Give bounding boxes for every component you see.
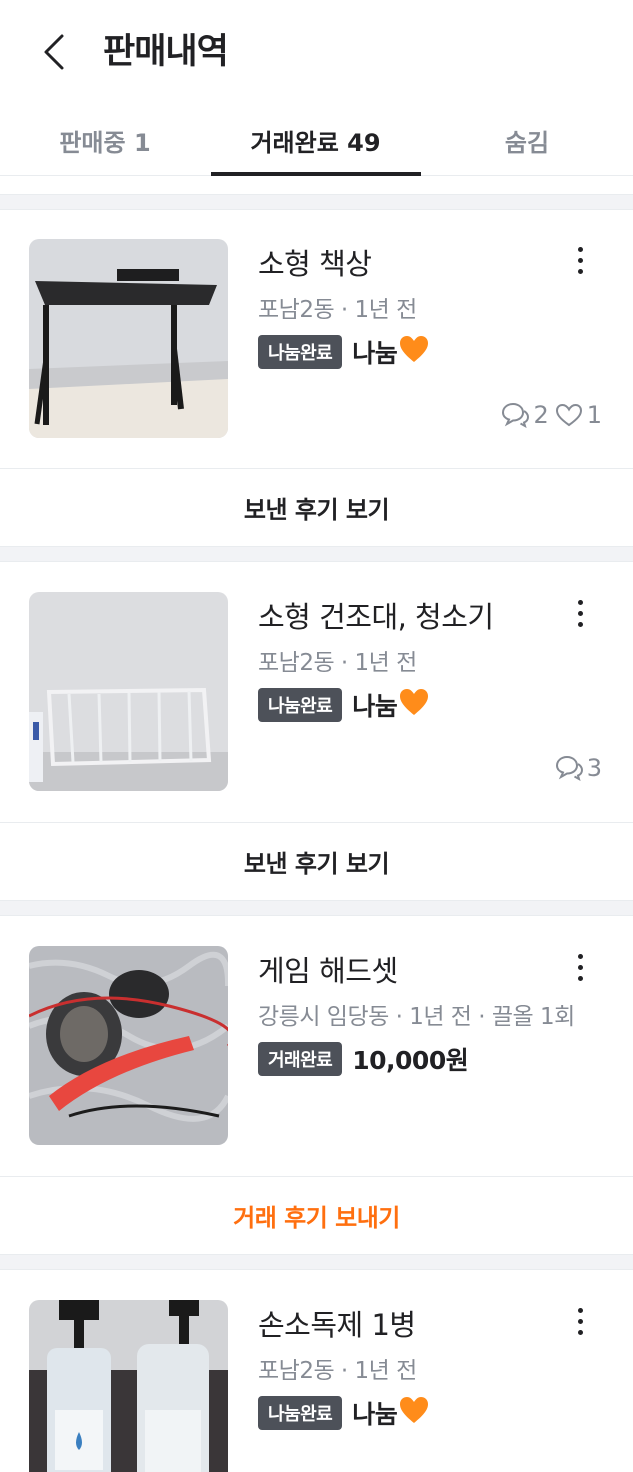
list-item[interactable]: 손소독제 1병 포남2동 · 1년 전 나눔완료 나눔 <box>0 1271 633 1472</box>
item-status-row: 거래완료 10,000원 <box>258 1041 469 1077</box>
price-text: 나눔 <box>352 339 398 368</box>
more-options-button[interactable] <box>566 1301 594 1341</box>
status-badge: 거래완료 <box>258 1042 343 1076</box>
item-meta: 포남2동 · 1년 전 <box>258 1358 417 1384</box>
back-button[interactable] <box>36 28 72 76</box>
item-meta: 포남2동 · 1년 전 <box>258 297 417 323</box>
item-status-row: 나눔완료 나눔 <box>258 687 429 723</box>
status-badge: 나눔완료 <box>258 688 343 722</box>
item-title: 소형 건조대, 청소기 <box>258 600 494 634</box>
item-title: 게임 해드셋 <box>258 954 398 988</box>
orange-heart-icon <box>399 1396 429 1430</box>
heart-outline-icon <box>555 403 582 427</box>
item-price: 나눔 <box>352 687 429 723</box>
orange-heart-icon <box>399 688 429 722</box>
item-title: 손소독제 1병 <box>258 1308 416 1342</box>
chat-count: 2 <box>501 401 549 429</box>
active-tab-indicator <box>211 172 421 176</box>
chevron-left-icon <box>44 34 64 70</box>
section-divider <box>0 546 633 562</box>
tab-completed[interactable]: 거래완료 49 <box>210 104 421 176</box>
view-sent-review-button[interactable]: 보낸 후기 보기 <box>0 468 633 546</box>
more-options-button[interactable] <box>566 947 594 987</box>
list-item[interactable]: 소형 건조대, 청소기 포남2동 · 1년 전 나눔완료 나눔 3 <box>0 563 633 818</box>
item-price: 나눔 <box>352 334 429 370</box>
item-title: 소형 책상 <box>258 247 372 281</box>
price-text: 나눔 <box>352 692 398 721</box>
item-price: 10,000원 <box>352 1041 468 1077</box>
page-title: 판매내역 <box>103 32 229 72</box>
item-thumbnail <box>29 239 228 438</box>
tab-hidden[interactable]: 숨김 <box>421 104 633 176</box>
price-text: 나눔 <box>352 1400 398 1429</box>
item-price: 나눔 <box>352 1395 429 1431</box>
orange-heart-icon <box>399 335 429 369</box>
item-counts: 3 <box>555 754 602 782</box>
app-header: 판매내역 <box>0 0 633 104</box>
list-item[interactable]: 소형 책상 포남2동 · 1년 전 나눔완료 나눔 2 1 <box>0 210 633 465</box>
like-count: 1 <box>555 401 602 429</box>
item-meta: 강릉시 임당동 · 1년 전 · 끌올 1회 <box>258 1004 575 1030</box>
section-divider <box>0 194 633 210</box>
item-status-row: 나눔완료 나눔 <box>258 334 429 370</box>
chat-icon <box>555 755 583 781</box>
section-divider <box>0 1254 633 1270</box>
tab-selling[interactable]: 판매중 1 <box>0 104 210 176</box>
item-status-row: 나눔완료 나눔 <box>258 1395 429 1431</box>
more-options-button[interactable] <box>566 593 594 633</box>
tab-bar: 판매중 1 거래완료 49 숨김 <box>0 104 633 176</box>
send-review-button[interactable]: 거래 후기 보내기 <box>0 1176 633 1254</box>
section-divider <box>0 900 633 916</box>
status-badge: 나눔완료 <box>258 335 343 369</box>
item-meta: 포남2동 · 1년 전 <box>258 650 417 676</box>
item-counts: 2 1 <box>501 401 602 429</box>
item-thumbnail <box>29 1300 228 1472</box>
chat-icon <box>502 402 530 428</box>
price-text: 10,000원 <box>352 1046 469 1075</box>
more-options-button[interactable] <box>566 240 594 280</box>
item-thumbnail <box>29 592 228 791</box>
status-badge: 나눔완료 <box>258 1396 343 1430</box>
item-thumbnail <box>29 946 228 1145</box>
chat-count: 3 <box>555 754 602 782</box>
list-item[interactable]: 게임 해드셋 강릉시 임당동 · 1년 전 · 끌올 1회 거래완료 10,00… <box>0 917 633 1172</box>
view-sent-review-button[interactable]: 보낸 후기 보기 <box>0 822 633 900</box>
